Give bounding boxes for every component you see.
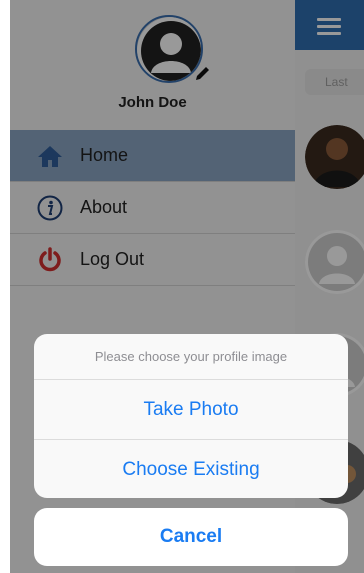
left-edge xyxy=(0,0,10,573)
choose-existing-button[interactable]: Choose Existing xyxy=(34,440,348,498)
cancel-button[interactable]: Cancel xyxy=(34,508,348,566)
take-photo-button[interactable]: Take Photo xyxy=(34,380,348,440)
action-sheet: Please choose your profile image Take Ph… xyxy=(34,334,348,498)
app-screen: John Doe Home About Log Out Last Please … xyxy=(0,0,364,573)
action-sheet-title: Please choose your profile image xyxy=(34,334,348,380)
